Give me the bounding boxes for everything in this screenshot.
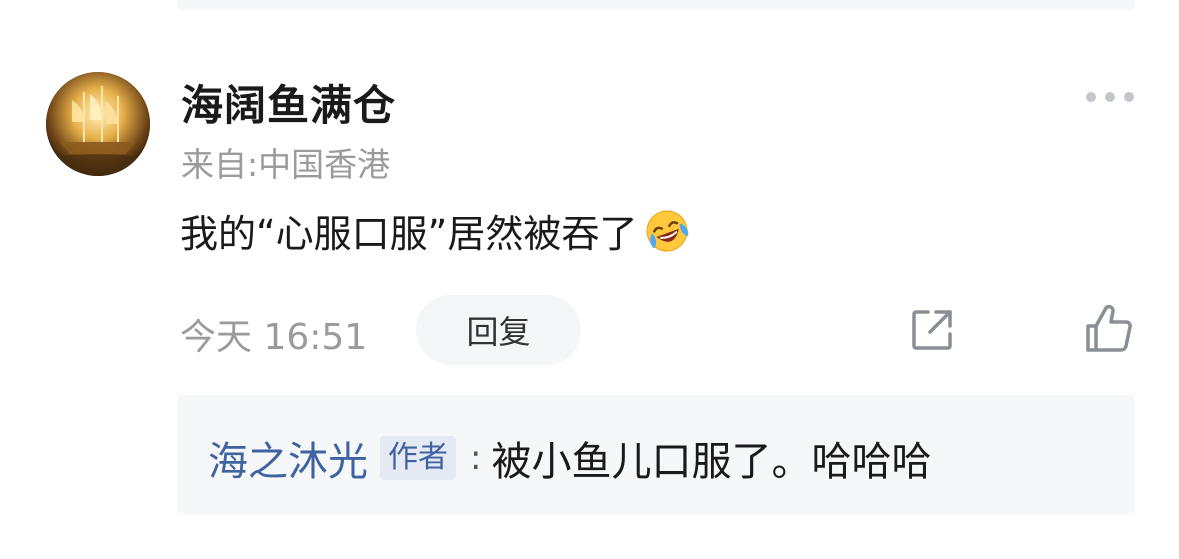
separator-colon: : <box>470 438 482 478</box>
reply-button[interactable]: 回复 <box>416 295 581 365</box>
golden-ship-avatar-image <box>46 72 150 176</box>
sub-reply-box[interactable]: 海之沐光 作者 : 被小鱼儿口服了。哈哈哈 <box>178 395 1134 515</box>
comment-text: 我的“心服口服”居然被吞了 <box>180 212 638 256</box>
dot <box>1086 92 1096 102</box>
sub-reply-author[interactable]: 海之沐光 <box>208 429 368 487</box>
comment-page: 海阔鱼满仓 来自:中国香港 我的“心服口服”居然被吞了 今天 16:51 回复 <box>0 0 1179 559</box>
username[interactable]: 海阔鱼满仓 <box>181 72 396 133</box>
thumbs-up-icon[interactable] <box>1084 304 1134 354</box>
sub-reply-text: 被小鱼儿口服了。哈哈哈 <box>491 439 932 485</box>
timestamp: 今天 16:51 <box>180 317 368 358</box>
dot <box>1105 92 1115 102</box>
location-label: 来自:中国香港 <box>181 145 391 184</box>
avatar[interactable] <box>46 72 150 176</box>
more-dots-icon[interactable] <box>1086 88 1134 106</box>
dot <box>1124 92 1134 102</box>
comment-body: 我的“心服口服”居然被吞了 <box>180 203 691 258</box>
author-badge: 作者 <box>380 436 456 480</box>
share-icon[interactable] <box>908 306 956 354</box>
laughing-crying-emoji-icon <box>646 210 689 251</box>
previous-comment-bottom-edge <box>178 0 1134 10</box>
sub-reply-row: 海之沐光 作者 : 被小鱼儿口服了。哈哈哈 <box>208 429 931 487</box>
